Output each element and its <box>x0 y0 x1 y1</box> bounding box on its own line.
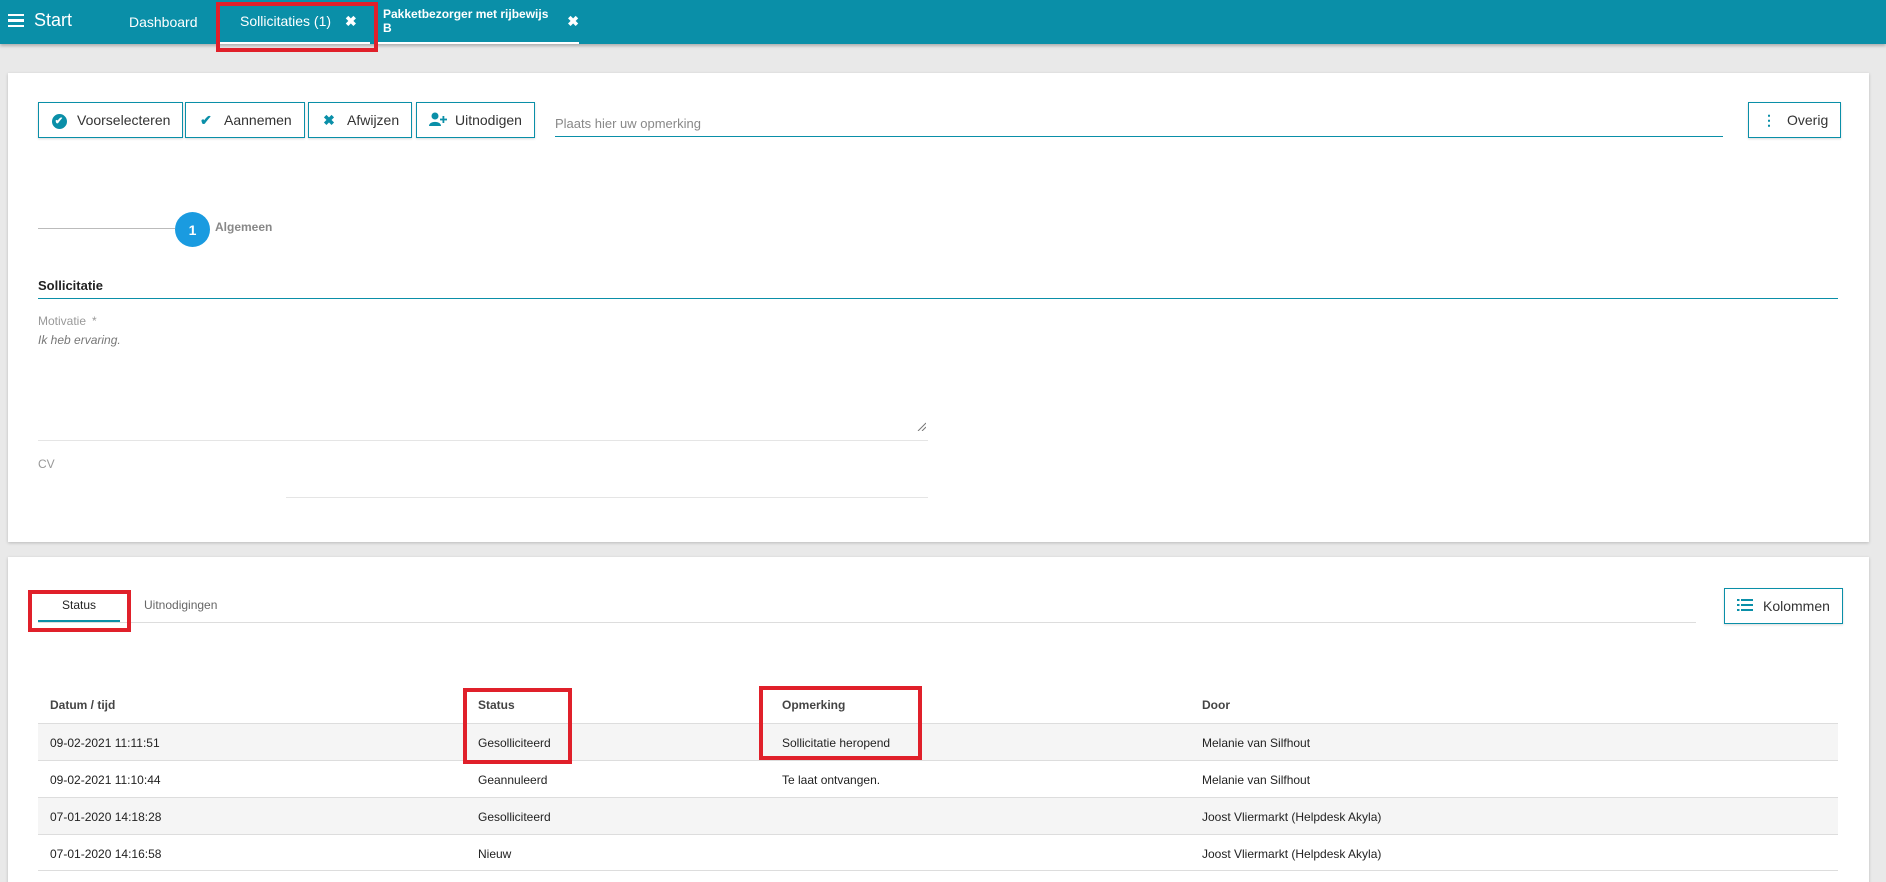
table-row[interactable]: 09-02-2021 11:10:44 Geannuleerd Te laat … <box>38 760 1838 797</box>
table-row[interactable]: 07-01-2020 14:16:58 Nieuw Joost Vliermar… <box>38 834 1838 871</box>
voorselecteren-button[interactable]: ✔ Voorselecteren <box>38 102 184 138</box>
cell-status: Gesolliciteerd <box>478 810 551 824</box>
cell-datum: 07-01-2020 14:16:58 <box>50 847 162 861</box>
tab-label: Sollicitaties (1) <box>240 13 332 29</box>
top-bar: Start Dashboard Sollicitaties (1) ✖ Pakk… <box>0 0 1886 44</box>
user-plus-icon <box>429 112 447 129</box>
remark-field <box>555 110 1723 137</box>
cell-datum: 09-02-2021 11:10:44 <box>50 773 161 787</box>
cell-door: Joost Vliermarkt (Helpdesk Akyla) <box>1202 847 1382 861</box>
step-number[interactable]: 1 <box>175 212 210 247</box>
cell-door: Joost Vliermarkt (Helpdesk Akyla) <box>1202 810 1382 824</box>
list-icon <box>1737 598 1753 614</box>
cell-door: Melanie van Silfhout <box>1202 736 1311 750</box>
cell-datum: 09-02-2021 11:11:51 <box>50 736 160 750</box>
column-header-datum[interactable]: Datum / tijd <box>50 698 115 712</box>
more-vertical-icon: ⋮ <box>1762 111 1776 128</box>
section-divider <box>38 298 1838 299</box>
step-label: Algemeen <box>215 220 273 234</box>
button-label: Overig <box>1787 112 1829 128</box>
column-header-opmerking[interactable]: Opmerking <box>782 698 845 712</box>
check-icon: ✔ <box>200 111 212 128</box>
tab-uitnodigingen[interactable]: Uitnodigingen <box>144 598 217 612</box>
motivatie-textarea[interactable]: Ik heb ervaring. <box>38 333 928 433</box>
close-icon[interactable]: ✖ <box>345 13 357 30</box>
close-icon[interactable]: ✖ <box>567 13 579 30</box>
motivatie-label-text: Motivatie <box>38 314 87 328</box>
cell-status: Geannuleerd <box>478 773 548 787</box>
tab-pakketbezorger[interactable]: Pakketbezorger met rijbewijs B ✖ <box>377 0 579 44</box>
uitnodigen-button[interactable]: Uitnodigen <box>416 102 535 138</box>
field-divider <box>38 440 928 441</box>
button-label: Afwijzen <box>347 112 400 128</box>
start-label: Start <box>34 10 73 30</box>
tab-label: Pakketbezorger met rijbewijs B <box>383 7 549 35</box>
remark-input[interactable] <box>555 110 1723 136</box>
afwijzen-button[interactable]: ✖ Afwijzen <box>308 102 413 138</box>
cell-status: Gesolliciteerd <box>478 736 551 750</box>
section-title: Sollicitatie <box>38 278 104 293</box>
tab-status[interactable]: Status <box>38 598 120 622</box>
button-label: Kolommen <box>1763 598 1830 614</box>
table-row[interactable]: 09-02-2021 11:11:51 Gesolliciteerd Solli… <box>38 723 1838 760</box>
cell-datum: 07-01-2020 14:18:28 <box>50 810 162 824</box>
column-header-status[interactable]: Status <box>478 698 515 712</box>
overig-button[interactable]: ⋮ Overig <box>1748 102 1842 138</box>
button-label: Aannemen <box>224 112 292 128</box>
table-row[interactable]: 07-01-2020 14:18:28 Gesolliciteerd Joost… <box>38 797 1838 834</box>
cv-label: CV <box>38 457 55 471</box>
application-card <box>8 73 1869 542</box>
aannemen-button[interactable]: ✔ Aannemen <box>185 102 305 138</box>
cell-opmerking: Te laat ontvangen. <box>782 773 881 787</box>
resize-grip-icon[interactable] <box>916 421 926 431</box>
hamburger-icon <box>8 13 24 28</box>
cell-status: Nieuw <box>478 847 512 861</box>
start-menu-button[interactable]: Start <box>8 10 72 31</box>
cell-door: Melanie van Silfhout <box>1202 773 1311 787</box>
column-header-door[interactable]: Door <box>1202 698 1230 712</box>
tab-label: Dashboard <box>129 14 198 30</box>
check-circle-icon: ✔ <box>51 111 67 129</box>
button-label: Voorselecteren <box>77 112 171 128</box>
button-label: Uitnodigen <box>455 112 522 128</box>
stepper-line <box>38 228 175 229</box>
required-marker: * <box>92 314 97 328</box>
close-icon: ✖ <box>323 111 335 128</box>
tab-dashboard[interactable]: Dashboard <box>129 0 198 44</box>
cv-field[interactable] <box>286 497 928 498</box>
motivatie-label: Motivatie * <box>38 314 97 328</box>
kolommen-button[interactable]: Kolommen <box>1724 588 1843 624</box>
tab-sollicitaties[interactable]: Sollicitaties (1) ✖ <box>220 0 370 44</box>
cell-opmerking: Sollicitatie heropend <box>782 736 891 750</box>
tabs-divider <box>38 622 1696 623</box>
